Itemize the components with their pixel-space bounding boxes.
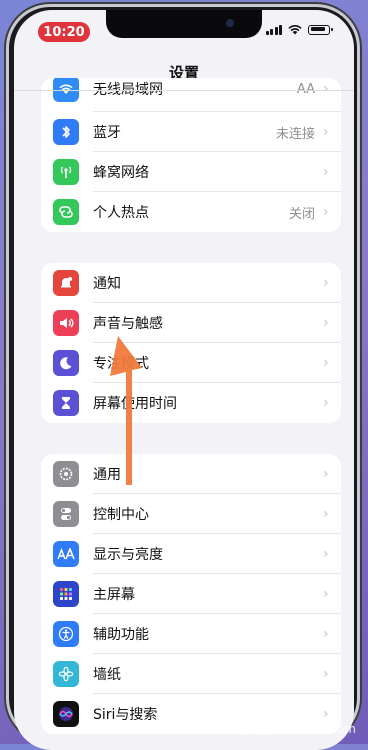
screen: 10:20 设置 无线局域网 AA › 蓝牙 未连接 › 蜂窝网络 › 个人热点… xyxy=(14,10,354,750)
battery-icon xyxy=(308,24,333,35)
status-time: 10:20 xyxy=(38,22,90,42)
setting-label: 主屏幕 xyxy=(93,587,135,603)
group-general: 通用 › 控制中心 › 显示与亮度 › 主屏幕 › 辅助功能 › 墙纸 › Si… xyxy=(41,454,341,734)
chevron-right-icon: › xyxy=(323,124,329,140)
notch xyxy=(106,10,262,38)
setting-value: AA xyxy=(296,81,315,97)
toggle-switches-icon xyxy=(53,501,79,527)
group-notifications: 通知 › 声音与触感 › 专注模式 › 屏幕使用时间 › xyxy=(41,263,341,423)
chevron-right-icon: › xyxy=(323,204,329,220)
chevron-right-icon: › xyxy=(323,315,329,331)
setting-row-home-screen[interactable]: 主屏幕 › xyxy=(41,574,341,614)
setting-row-screen-time[interactable]: 屏幕使用时间 › xyxy=(41,383,341,423)
chevron-right-icon: › xyxy=(323,164,329,180)
cellular-antenna-icon xyxy=(53,159,79,185)
speaker-icon xyxy=(53,310,79,336)
setting-label: 通用 xyxy=(93,467,121,483)
chevron-right-icon: › xyxy=(323,355,329,371)
setting-label: 个人热点 xyxy=(93,205,149,221)
chevron-right-icon: › xyxy=(323,466,329,482)
app-grid-icon xyxy=(53,581,79,607)
setting-row-control-center[interactable]: 控制中心 › xyxy=(41,494,341,534)
setting-label: 辅助功能 xyxy=(93,627,149,643)
setting-value: 关闭 xyxy=(288,206,315,222)
setting-label: 蜂窝网络 xyxy=(93,165,149,181)
setting-label: 控制中心 xyxy=(93,507,149,523)
chevron-right-icon: › xyxy=(323,275,329,291)
chevron-right-icon: › xyxy=(323,506,329,522)
setting-row-hotspot[interactable]: 个人热点 关闭 › xyxy=(41,192,341,232)
setting-label: 通知 xyxy=(93,276,121,292)
setting-row-cellular[interactable]: 蜂窝网络 › xyxy=(41,152,341,192)
setting-row-wifi[interactable]: 无线局域网 AA › xyxy=(41,78,341,112)
moon-icon xyxy=(53,350,79,376)
status-icons xyxy=(265,24,333,35)
chevron-right-icon: › xyxy=(323,81,329,97)
chevron-right-icon: › xyxy=(323,586,329,602)
setting-label: 专注模式 xyxy=(93,356,149,372)
gear-icon xyxy=(53,461,79,487)
wifi-icon xyxy=(288,25,302,35)
cellular-signal-icon xyxy=(265,24,282,35)
setting-row-focus[interactable]: 专注模式 › xyxy=(41,343,341,383)
chevron-right-icon: › xyxy=(323,395,329,411)
notification-bell-icon xyxy=(53,270,79,296)
flower-icon xyxy=(53,661,79,687)
setting-row-accessibility[interactable]: 辅助功能 › xyxy=(41,614,341,654)
hotspot-icon xyxy=(53,199,79,225)
setting-value: 未连接 xyxy=(275,126,315,142)
chevron-right-icon: › xyxy=(323,546,329,562)
setting-row-display[interactable]: 显示与亮度 › xyxy=(41,534,341,574)
group-connectivity: 无线局域网 AA › 蓝牙 未连接 › 蜂窝网络 › 个人热点 关闭 › xyxy=(41,78,341,232)
siri-icon xyxy=(53,701,79,727)
hourglass-icon xyxy=(53,390,79,416)
chevron-right-icon: › xyxy=(323,666,329,682)
setting-row-wallpaper[interactable]: 墙纸 › xyxy=(41,654,341,694)
setting-label: 显示与亮度 xyxy=(93,547,163,563)
phone-frame: 10:20 设置 无线局域网 AA › 蓝牙 未连接 › 蜂窝网络 › 个人热点… xyxy=(4,2,362,750)
setting-label: 墙纸 xyxy=(93,667,121,683)
settings-list: 无线局域网 AA › 蓝牙 未连接 › 蜂窝网络 › 个人热点 关闭 › 通知 … xyxy=(41,78,341,750)
setting-label: 蓝牙 xyxy=(93,125,121,141)
setting-row-general[interactable]: 通用 › xyxy=(41,454,341,494)
setting-row-notifications[interactable]: 通知 › xyxy=(41,263,341,303)
setting-row-sounds[interactable]: 声音与触感 › xyxy=(41,303,341,343)
camera-icon xyxy=(226,19,234,27)
accessibility-icon xyxy=(53,621,79,647)
setting-label: Siri与搜索 xyxy=(93,707,158,723)
nav-divider xyxy=(14,90,354,91)
setting-label: 声音与触感 xyxy=(93,316,163,332)
watermark: jingyan.baidu.com xyxy=(245,722,356,736)
setting-row-bluetooth[interactable]: 蓝牙 未连接 › xyxy=(41,112,341,152)
chevron-right-icon: › xyxy=(323,626,329,642)
setting-label: 屏幕使用时间 xyxy=(93,396,177,412)
text-size-icon xyxy=(53,541,79,567)
setting-label: 无线局域网 xyxy=(93,82,163,98)
bluetooth-icon xyxy=(53,119,79,145)
chevron-right-icon: › xyxy=(323,706,329,722)
